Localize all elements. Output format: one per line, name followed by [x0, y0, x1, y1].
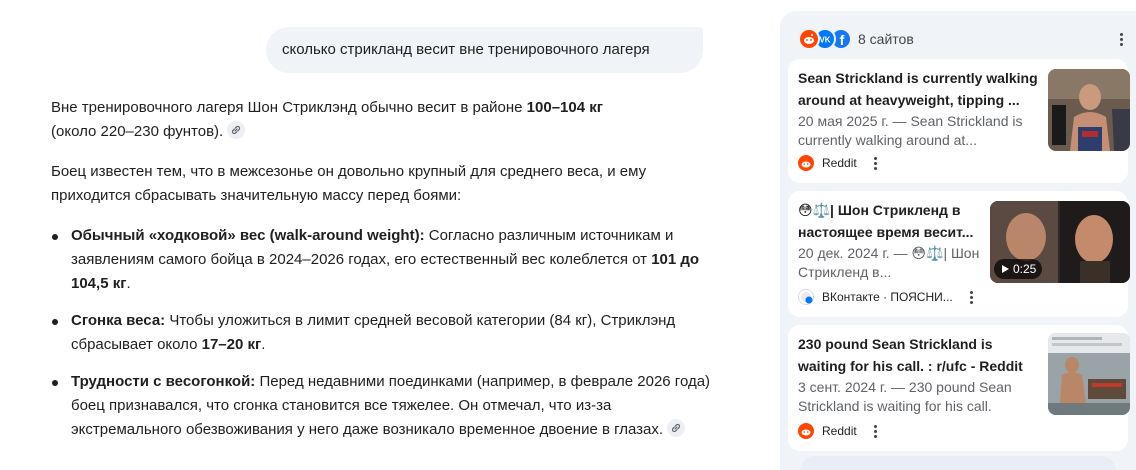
reddit-icon	[798, 28, 820, 50]
svg-text:VK: VK	[819, 36, 830, 45]
source-card-title[interactable]: 230 pound Sean Strickland is waiting for…	[798, 333, 1038, 377]
source-card[interactable]: Sean Strickland is currently walking aro…	[788, 59, 1130, 183]
answer-bold: 100–104 кг	[526, 99, 603, 116]
more-options-icon[interactable]	[1112, 29, 1132, 49]
list-item-title: Трудности с весогонкой:	[71, 373, 256, 390]
source-card-title[interactable]: Sean Strickland is currently walking aro…	[798, 67, 1038, 111]
video-duration: 0:25	[1013, 262, 1037, 276]
source-thumbnail[interactable]	[1048, 333, 1130, 415]
answer-paragraph-2: Боец известен тем, что в межсезонье он д…	[51, 163, 647, 204]
link-icon[interactable]	[227, 121, 246, 139]
reddit-icon	[798, 423, 814, 439]
source-card-snippet: 20 дек. 2024 г. — 😳⚖️| Шон Стрикленд в..…	[798, 245, 980, 280]
more-options-icon[interactable]	[965, 289, 979, 305]
site-favicons: VK f	[798, 28, 852, 50]
sources-header[interactable]: VK f 8 сайтов	[798, 27, 914, 51]
answer-text: Вне тренировочного лагеря Шон Стриклэнд …	[51, 99, 527, 116]
source-card-origin[interactable]: ВКонтакте · ПОЯСНИ...	[798, 289, 979, 305]
source-card-origin[interactable]: Reddit	[798, 423, 883, 439]
sites-count: 8 сайтов	[858, 31, 914, 47]
vk-icon	[798, 289, 814, 305]
list-item: Обычный «ходковой» вес (walk-around weig…	[51, 224, 711, 296]
source-card-origin[interactable]: Reddit	[798, 155, 883, 171]
list-item: Сгонка веса: Чтобы уложиться в лимит сре…	[51, 309, 711, 357]
sources-panel: VK f 8 сайтов Sean Strickland is current…	[780, 11, 1136, 470]
source-card-snippet: 3 сент. 2024 г. — 230 pound Sean Strickl…	[798, 379, 1012, 414]
list-item-bold: 17–20 кг	[201, 336, 262, 353]
list-item-title: Обычный «ходковой» вес (walk-around weig…	[71, 227, 425, 244]
play-icon	[1002, 265, 1009, 273]
ai-answer: Вне тренировочного лагеря Шон Стриклэнд …	[51, 96, 711, 455]
svg-text:f: f	[840, 32, 845, 48]
video-thumbnail[interactable]: 0:25	[990, 201, 1130, 283]
source-name: Reddit	[822, 156, 857, 170]
source-card[interactable]: 230 pound Sean Strickland is waiting for…	[788, 325, 1130, 451]
source-name: ВКонтакте · ПОЯСНИ...	[822, 290, 953, 304]
more-options-icon[interactable]	[869, 423, 883, 439]
list-item-title: Сгонка веса:	[71, 312, 166, 329]
list-item-text: .	[261, 336, 266, 353]
source-thumbnail[interactable]	[1048, 69, 1130, 151]
video-duration-badge: 0:25	[994, 259, 1043, 279]
reddit-icon	[798, 155, 814, 171]
answer-text: (около 220–230 фунтов).	[51, 123, 224, 140]
source-card-snippet: 20 мая 2025 г. — Sean Strickland is curr…	[798, 113, 1023, 148]
link-icon[interactable]	[667, 419, 686, 437]
show-all-button[interactable]	[800, 456, 1116, 470]
list-item-text: .	[126, 275, 131, 292]
more-options-icon[interactable]	[869, 155, 883, 171]
source-name: Reddit	[822, 424, 857, 438]
source-card[interactable]: 😳⚖️| Шон Стрикленд в настоящее время вес…	[788, 191, 1130, 317]
answer-paragraph-1: Вне тренировочного лагеря Шон Стриклэнд …	[51, 96, 711, 144]
answer-list: Обычный «ходковой» вес (walk-around weig…	[51, 224, 711, 442]
source-card-title[interactable]: 😳⚖️| Шон Стрикленд в настоящее время вес…	[798, 199, 988, 243]
user-query-bubble: сколько стрикланд весит вне тренировочно…	[266, 27, 703, 73]
list-item: Трудности с весогонкой: Перед недавними …	[51, 370, 711, 442]
